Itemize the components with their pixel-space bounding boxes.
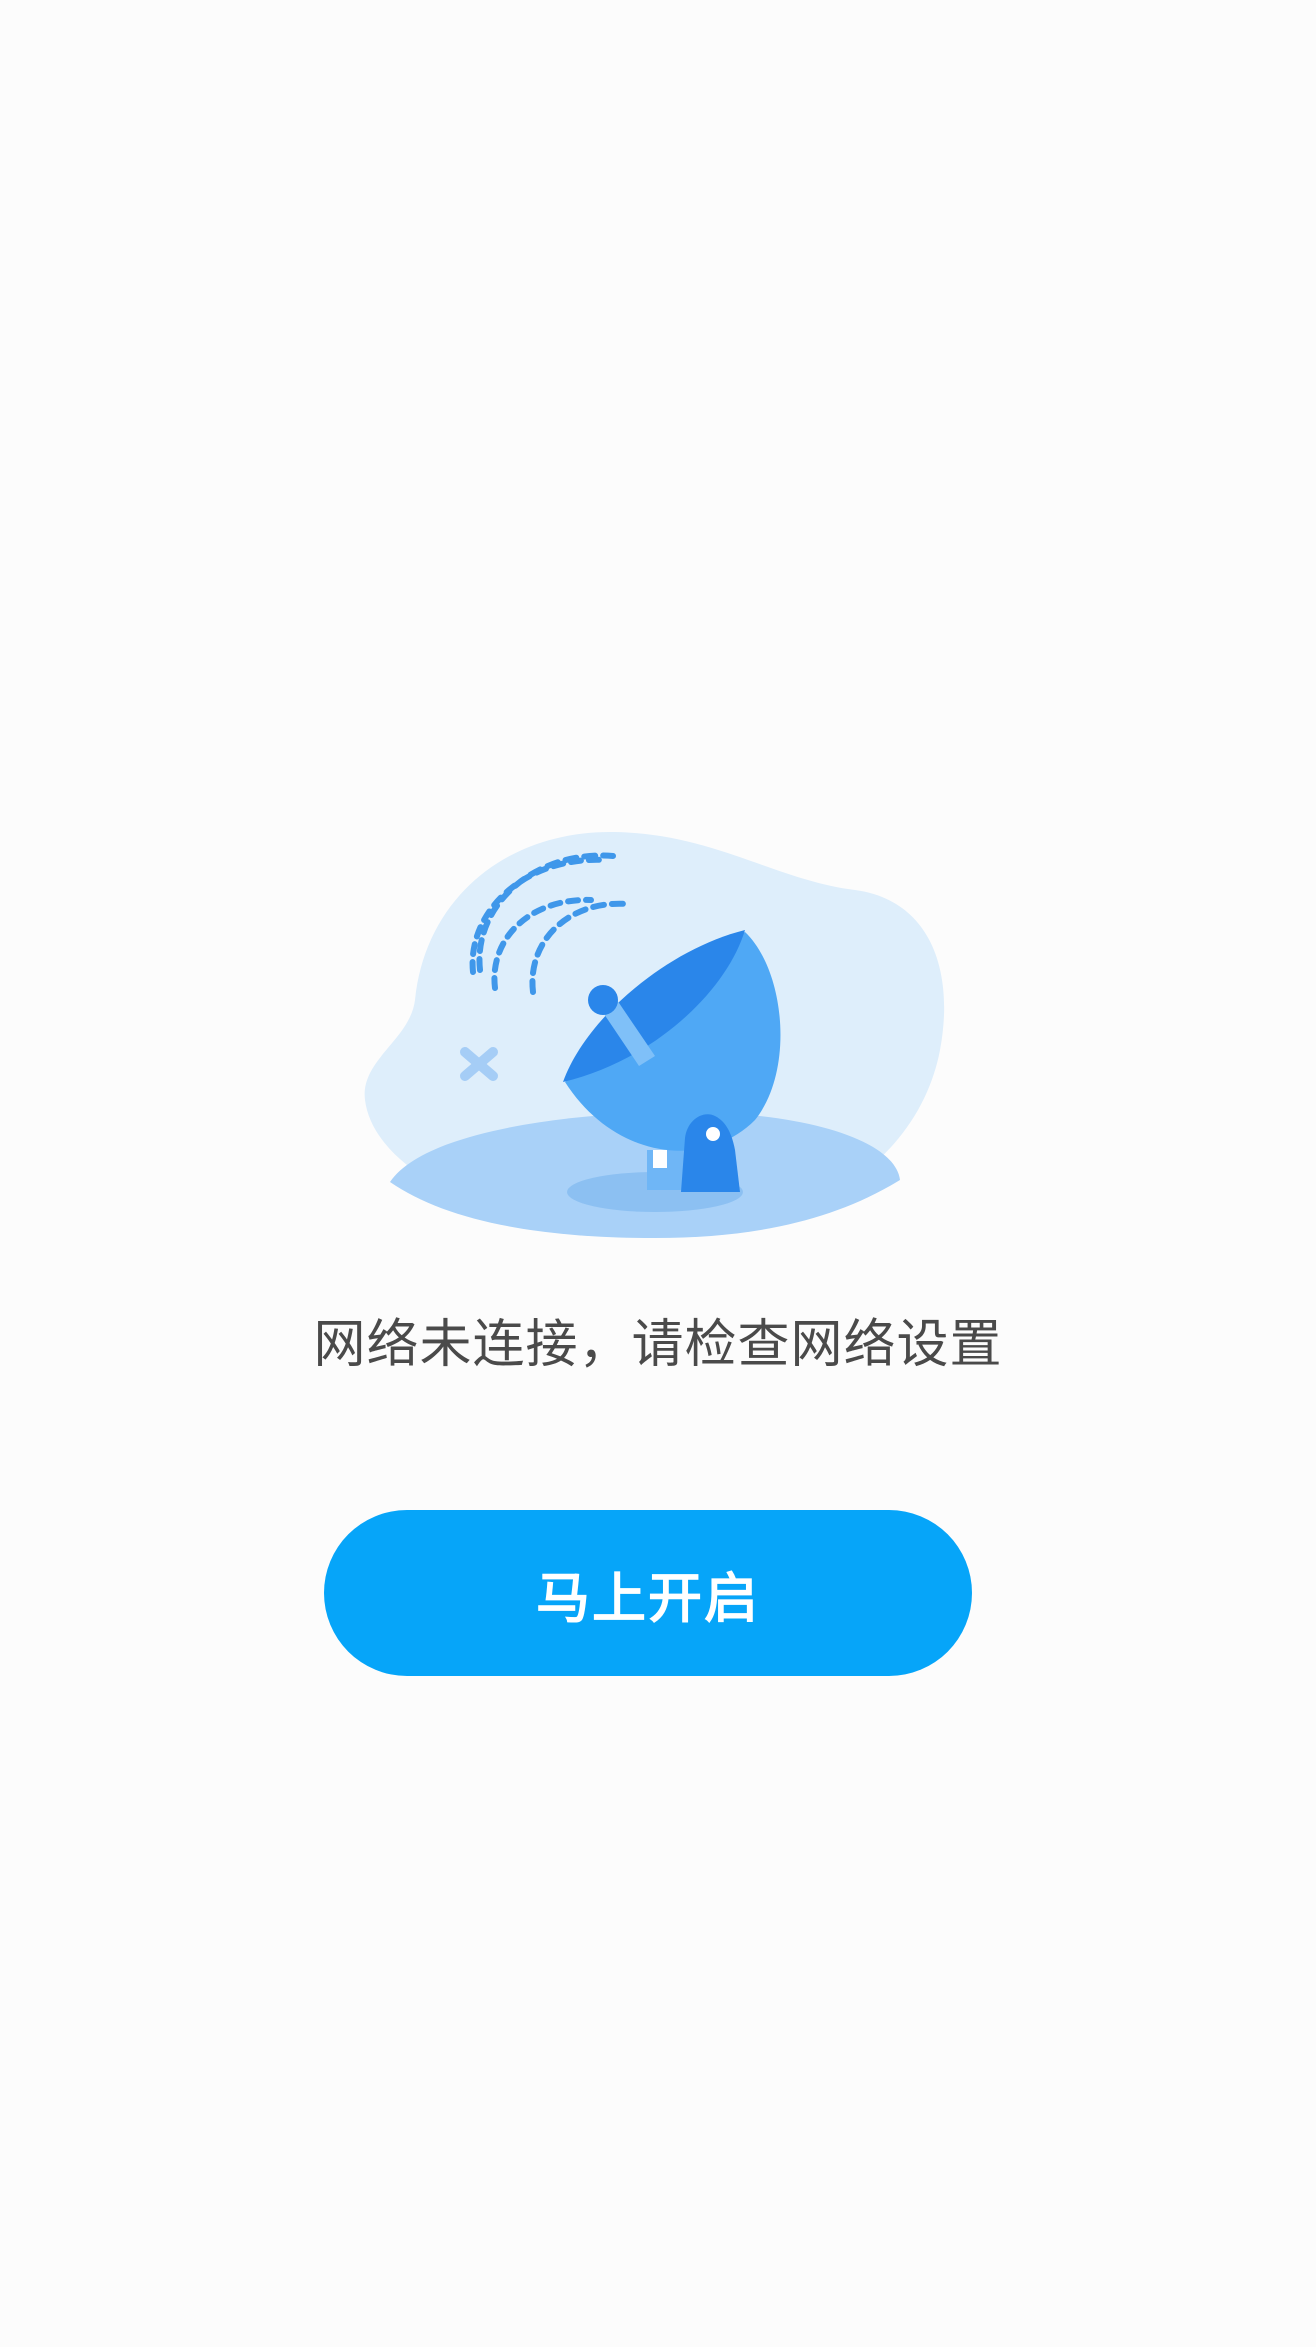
no-network-illustration <box>355 820 955 1260</box>
satellite-dish-icon <box>364 831 945 1238</box>
dish-feed-ball <box>588 985 618 1015</box>
enable-network-button[interactable]: 马上开启 <box>324 1510 972 1676</box>
no-network-screen: 网络未连接，请检查网络设置 马上开启 <box>0 0 1316 2347</box>
no-network-message: 网络未连接，请检查网络设置 <box>313 1315 1003 1375</box>
